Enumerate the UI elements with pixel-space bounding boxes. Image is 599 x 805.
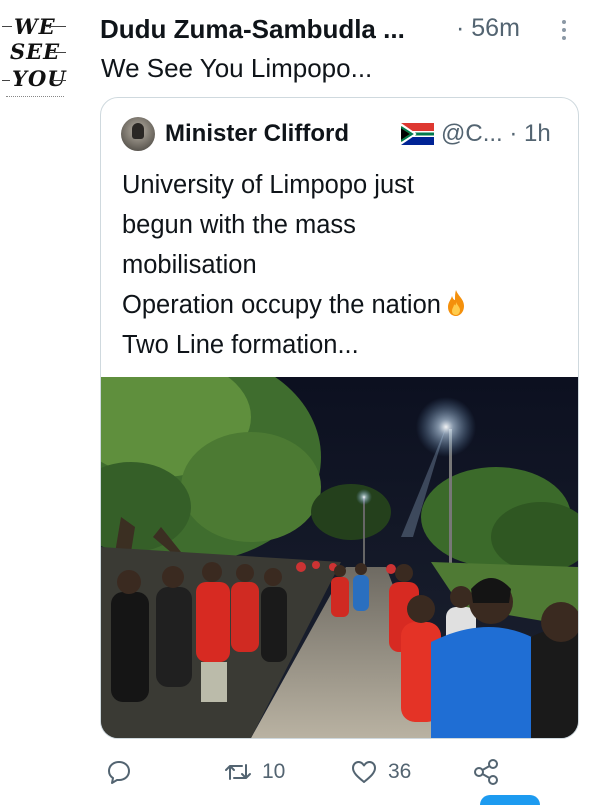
- south-africa-flag-icon: [401, 123, 434, 145]
- quoted-text-line: University of Limpopo just: [122, 171, 414, 199]
- avatar-deco-line: [2, 80, 10, 81]
- avatar-deco-line: [52, 80, 66, 81]
- compose-button-edge[interactable]: [480, 795, 540, 805]
- quoted-text-line: mobilisation: [122, 251, 257, 279]
- quoted-tweet-text: University of Limpopo just begun with th…: [122, 165, 562, 365]
- like-button[interactable]: 36: [350, 752, 411, 792]
- avatar-deco-line: [50, 52, 66, 53]
- share-button[interactable]: [472, 752, 500, 792]
- avatar-fine-print: [6, 96, 64, 101]
- fire-icon: [447, 290, 464, 316]
- quoted-author-avatar: [121, 117, 155, 151]
- tweet-text: We See You Limpopo...: [101, 53, 373, 83]
- retweet-button[interactable]: 10: [224, 752, 285, 792]
- quoted-text-line: begun with the mass: [122, 211, 356, 239]
- reply-button[interactable]: [106, 752, 132, 792]
- author-avatar[interactable]: WE SEE YOU: [2, 14, 68, 104]
- quoted-handle-time: @C... · 1h: [441, 120, 551, 147]
- quoted-author-name: Minister Clifford: [165, 120, 349, 147]
- retweet-count: 10: [262, 760, 286, 783]
- comment-icon: [108, 761, 130, 784]
- more-options-icon[interactable]: [560, 20, 568, 44]
- tweet-actions: 10 36: [100, 752, 520, 792]
- avatar-deco-line: [46, 26, 66, 27]
- quoted-text-line-with-emoji: Operation occupy the nation: [122, 285, 562, 325]
- tweet-timestamp[interactable]: · 56m: [456, 14, 520, 43]
- like-count: 36: [388, 760, 412, 783]
- avatar-logo-word-3: YOU: [12, 66, 67, 91]
- retweet-icon: [225, 764, 251, 780]
- avatar-deco-line: [2, 26, 12, 27]
- quoted-text-line: Operation occupy the nation: [122, 291, 441, 319]
- heart-icon: [352, 761, 376, 783]
- march-photo[interactable]: [101, 377, 578, 738]
- quoted-tweet-card[interactable]: Minister Clifford @C... · 1h University …: [100, 97, 579, 739]
- share-icon: [474, 759, 498, 785]
- author-name[interactable]: Dudu Zuma-Sambudla ...: [100, 14, 405, 45]
- tweet-header: Dudu Zuma-Sambudla ... · 56m: [100, 12, 590, 48]
- quoted-text-line: Two Line formation...: [122, 331, 359, 359]
